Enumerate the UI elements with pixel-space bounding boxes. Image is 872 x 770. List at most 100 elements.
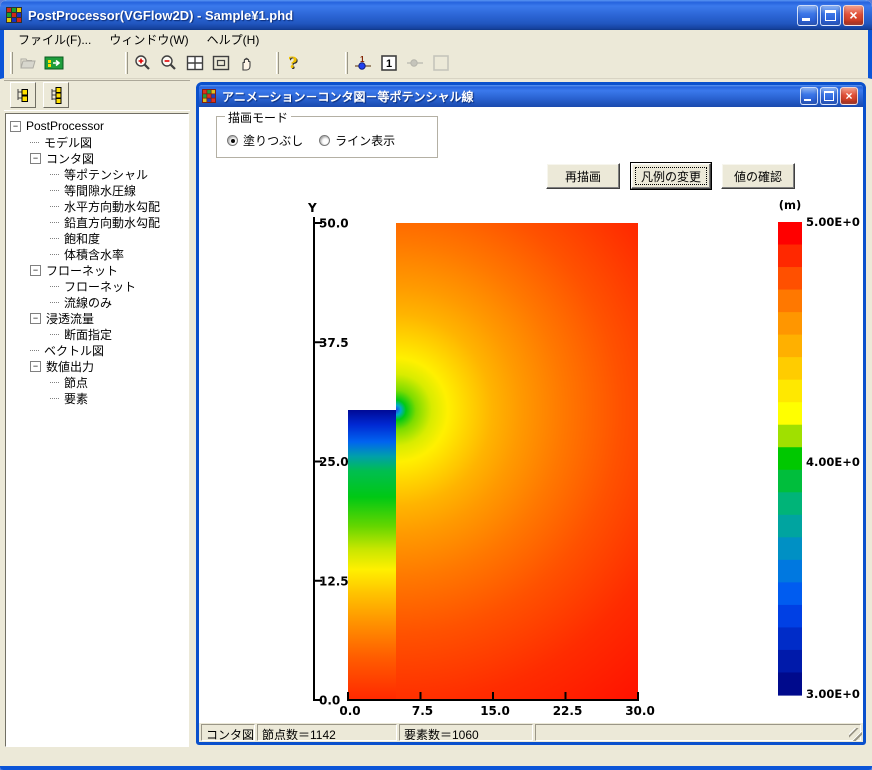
tree-item-label: 節点 bbox=[62, 374, 90, 391]
tree-expand-button[interactable] bbox=[43, 82, 69, 108]
tree-item[interactable]: 断面指定 bbox=[8, 326, 186, 342]
zoom-in-button[interactable] bbox=[130, 51, 156, 76]
element-mark-button[interactable] bbox=[428, 51, 454, 76]
menu-item-help[interactable]: ヘルプ(H) bbox=[199, 30, 268, 49]
element-number-icon: 1 bbox=[380, 54, 398, 72]
change-legend-button[interactable]: 凡例の変更 bbox=[631, 163, 711, 189]
toolbar-gripper[interactable] bbox=[125, 52, 128, 74]
tree-expand-box[interactable]: − bbox=[30, 265, 41, 276]
node-number-icon: 1 bbox=[353, 54, 373, 72]
titlebar[interactable]: PostProcessor(VGFlow2D) - Sample¥1.phd × bbox=[0, 0, 872, 30]
tree-item[interactable]: −浸透流量 bbox=[8, 310, 186, 326]
zoom-out-icon bbox=[160, 54, 178, 72]
tree-connector bbox=[50, 206, 59, 207]
child-close-button[interactable]: × bbox=[840, 87, 858, 105]
maximize-button[interactable] bbox=[820, 5, 841, 26]
tree-expand-box[interactable]: − bbox=[30, 361, 41, 372]
pan-hand-icon bbox=[239, 55, 255, 72]
tree-item[interactable]: 水平方向動水勾配 bbox=[8, 198, 186, 214]
tree-item[interactable]: −PostProcessor bbox=[8, 118, 186, 134]
node-mark-button[interactable] bbox=[402, 51, 428, 76]
minimize-icon bbox=[802, 18, 810, 21]
y-axis-ticks: 50.037.525.012.50.0 bbox=[314, 217, 349, 708]
tree-connector bbox=[50, 302, 59, 303]
menubar: ファイル(F)...ウィンドウ(W)ヘルプ(H) bbox=[0, 30, 872, 48]
help-button[interactable]: ? ? bbox=[281, 51, 307, 76]
toolbar-gripper[interactable] bbox=[10, 52, 13, 74]
svg-text:4.00E+001: 4.00E+001 bbox=[806, 455, 860, 469]
tree-item[interactable]: −コンタ図 bbox=[8, 150, 186, 166]
status-panel-3 bbox=[535, 724, 861, 741]
minimize-button[interactable] bbox=[797, 5, 818, 26]
svg-text:30.0: 30.0 bbox=[625, 704, 655, 718]
open-file-button[interactable] bbox=[15, 51, 41, 76]
svg-text:0.0: 0.0 bbox=[339, 704, 360, 718]
tree-item[interactable]: 要素 bbox=[8, 390, 186, 406]
tree-item[interactable]: −フローネット bbox=[8, 262, 186, 278]
child-minimize-button[interactable] bbox=[800, 87, 818, 105]
tree-connector bbox=[30, 142, 39, 143]
radio-button[interactable] bbox=[227, 135, 238, 146]
draw-mode-option-0[interactable]: 塗りつぶし bbox=[227, 132, 303, 149]
tree-item[interactable]: ベクトル図 bbox=[8, 342, 186, 358]
tree-connector bbox=[50, 334, 59, 335]
tree-item[interactable]: 等ポテンシャル bbox=[8, 166, 186, 182]
menu-item-window[interactable]: ウィンドウ(W) bbox=[101, 30, 196, 49]
status-panel-0: コンタ図 bbox=[201, 724, 255, 741]
tree-item-label: コンタ図 bbox=[44, 150, 96, 167]
zoom-box-icon bbox=[212, 55, 230, 71]
child-titlebar[interactable]: アニメーション－コンタ図－等ポテンシャル線 × bbox=[199, 85, 863, 107]
tree-expand-icon bbox=[47, 86, 65, 104]
tree-connector bbox=[50, 190, 59, 191]
child-maximize-button[interactable] bbox=[820, 87, 838, 105]
tree-connector bbox=[30, 350, 39, 351]
contour-main-region bbox=[396, 223, 638, 700]
zoom-out-button[interactable] bbox=[156, 51, 182, 76]
tree-item-label: 断面指定 bbox=[62, 326, 114, 343]
tree-item[interactable]: 鉛直方向動水勾配 bbox=[8, 214, 186, 230]
zoom-box-button[interactable] bbox=[208, 51, 234, 76]
child-window-icon bbox=[202, 89, 216, 103]
toolbar-gripper[interactable] bbox=[276, 52, 279, 74]
redraw-button[interactable]: 再描画 bbox=[546, 163, 620, 189]
tree-expand-box[interactable]: − bbox=[30, 313, 41, 324]
maximize-icon bbox=[825, 10, 836, 21]
tree-expand-box[interactable]: − bbox=[30, 153, 41, 164]
post-mode-button[interactable] bbox=[41, 51, 67, 76]
tree-item-label: フローネット bbox=[62, 278, 138, 295]
tree-item-label: 鉛直方向動水勾配 bbox=[62, 214, 162, 231]
zoom-in-icon bbox=[134, 54, 152, 72]
draw-mode-option-1[interactable]: ライン表示 bbox=[319, 132, 395, 149]
draw-mode-group-title: 描画モード bbox=[225, 109, 291, 126]
tree-item-label: ベクトル図 bbox=[42, 342, 106, 359]
radio-button[interactable] bbox=[319, 135, 330, 146]
svg-text:3.00E+001: 3.00E+001 bbox=[806, 687, 860, 701]
tree-item[interactable]: −数値出力 bbox=[8, 358, 186, 374]
resize-grip[interactable] bbox=[849, 728, 862, 741]
tree-expand-box[interactable]: − bbox=[10, 121, 21, 132]
tree-item[interactable]: モデル図 bbox=[8, 134, 186, 150]
fit-view-button[interactable] bbox=[182, 51, 208, 76]
svg-text:50.0: 50.0 bbox=[319, 217, 349, 231]
element-number-button[interactable]: 1 bbox=[376, 51, 402, 76]
element-mark-icon bbox=[432, 54, 450, 72]
close-button[interactable]: × bbox=[843, 5, 864, 26]
help-icon: ? ? bbox=[286, 54, 302, 72]
child-statusbar: コンタ図節点数＝1142要素数＝1060 bbox=[199, 723, 863, 742]
tree-item[interactable]: 流線のみ bbox=[8, 294, 186, 310]
menu-item-file[interactable]: ファイル(F)... bbox=[10, 30, 99, 49]
tree-item[interactable]: 飽和度 bbox=[8, 230, 186, 246]
tree-item[interactable]: 体積含水率 bbox=[8, 246, 186, 262]
toolbar-gripper[interactable] bbox=[345, 52, 348, 74]
node-number-button[interactable]: 1 bbox=[350, 51, 376, 76]
node-mark-icon bbox=[405, 54, 425, 72]
tree-item[interactable]: 節点 bbox=[8, 374, 186, 390]
tree-item[interactable]: フローネット bbox=[8, 278, 186, 294]
tree-collapse-button[interactable] bbox=[10, 82, 36, 108]
check-values-button[interactable]: 値の確認 bbox=[721, 163, 795, 189]
tree-item[interactable]: 等間隙水圧線 bbox=[8, 182, 186, 198]
svg-text:15.0: 15.0 bbox=[480, 704, 510, 718]
tree-toolbar bbox=[4, 80, 190, 111]
pan-hand-button[interactable] bbox=[234, 51, 260, 76]
tree-connector bbox=[50, 286, 59, 287]
